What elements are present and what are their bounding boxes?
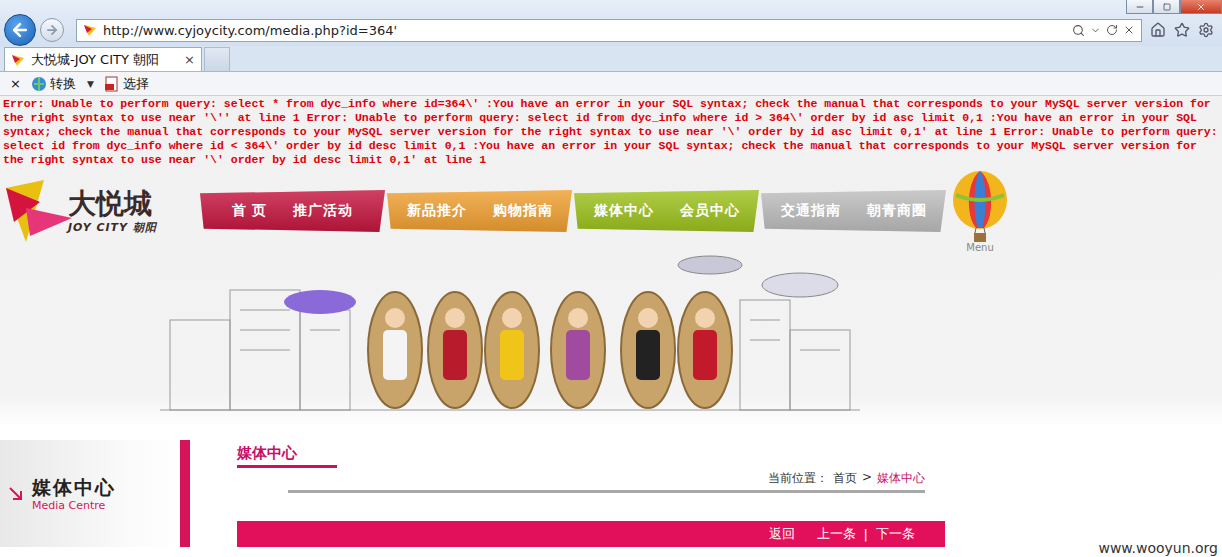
stop-icon[interactable] (1123, 24, 1135, 36)
command-item[interactable]: 转换 ▼ (31, 75, 94, 93)
command-bar: × 转换 ▼ 选择 (0, 72, 1222, 96)
browser-actions (1146, 22, 1218, 38)
menu-balloon[interactable]: Menu (951, 170, 1009, 253)
back-link[interactable]: 返回 (769, 525, 795, 543)
close-icon (1196, 2, 1206, 12)
browser-tab[interactable]: 大悦城-JOY CITY 朝阳 × (4, 47, 202, 71)
logo-name: 大悦城 (68, 188, 157, 220)
close-window-button[interactable] (1180, 0, 1222, 14)
url-text[interactable]: http://www.cyjoycity.com/media.php?id=36… (103, 23, 1066, 38)
breadcrumb-label: 当前位置： (768, 470, 828, 487)
nav-item[interactable]: 朝青商圈 (867, 202, 927, 220)
minimize-icon (1135, 2, 1145, 12)
sidebar-text: 媒体中心Media Centre (32, 475, 116, 512)
nav-item[interactable]: 媒体中心 (594, 202, 654, 220)
back-arrow-icon (10, 20, 30, 40)
title-bar (0, 0, 1222, 14)
logo-text: 大悦城JOY CITY 朝阳 (68, 188, 157, 235)
home-icon[interactable] (1150, 22, 1166, 38)
arrow-icon (8, 486, 24, 502)
command-bar-close[interactable]: × (10, 76, 21, 91)
menu-label: Menu (966, 242, 993, 253)
breadcrumb-separator: > (862, 470, 872, 487)
hot-air-balloon-icon (951, 170, 1009, 244)
forward-button[interactable] (40, 18, 64, 42)
content: 媒体中心当前位置：首页>媒体中心返回上一条|下一条 (237, 444, 945, 547)
nav-item[interactable]: 购物指南 (493, 202, 553, 220)
browser-window: http://www.cyjoycity.com/media.php?id=36… (0, 0, 1222, 557)
site-logo[interactable]: 大悦城JOY CITY 朝阳 (0, 170, 200, 244)
sidebar-heading: 媒体中心Media Centre (0, 440, 190, 547)
favorites-star-icon[interactable] (1174, 22, 1190, 38)
nav-item[interactable]: 首 页 (232, 202, 268, 220)
next-link[interactable]: 下一条 (876, 525, 915, 543)
bar-separator: | (864, 527, 868, 542)
tab-label: 大悦城-JOY CITY 朝阳 (31, 51, 178, 69)
sidebar-title: 媒体中心 (32, 475, 116, 499)
site-header: 大悦城JOY CITY 朝阳 首 页 推广活动 新品推介 购物指南 媒体中心 会员中心 交通指… (0, 170, 1222, 250)
nav-item[interactable]: 新品推介 (407, 202, 467, 220)
settings-gear-icon[interactable] (1198, 22, 1214, 38)
back-button[interactable] (4, 14, 36, 46)
refresh-icon[interactable] (1106, 24, 1118, 36)
content-title: 媒体中心 (237, 444, 337, 468)
breadcrumb-item[interactable]: 首页 (833, 470, 857, 487)
favicon-icon (83, 23, 97, 37)
divider (288, 490, 925, 493)
nav-group: 媒体中心 会员中心 (574, 190, 759, 232)
breadcrumb: 当前位置： 首页 > 媒体中心 (237, 470, 925, 487)
search-icon[interactable] (1072, 24, 1085, 37)
nav-item[interactable]: 会员中心 (680, 202, 740, 220)
address-bar[interactable]: http://www.cyjoycity.com/media.php?id=36… (76, 19, 1142, 42)
select-icon (104, 76, 120, 92)
tab-strip: 大悦城-JOY CITY 朝阳 × (0, 46, 1222, 72)
maximize-button[interactable] (1153, 0, 1180, 14)
sidebar-subtitle: Media Centre (32, 499, 116, 512)
dropdown-icon[interactable] (1090, 25, 1101, 36)
favicon-icon (11, 53, 25, 67)
nav-item[interactable]: 推广活动 (293, 202, 353, 220)
minimize-button[interactable] (1126, 0, 1153, 14)
maximize-icon (1163, 3, 1171, 11)
prev-link[interactable]: 上一条 (817, 525, 856, 543)
command-label: 转换 (50, 75, 76, 93)
navigation-row: http://www.cyjoycity.com/media.php?id=36… (0, 14, 1222, 46)
nav-group: 首 页 推广活动 (200, 190, 385, 232)
command-dropdown[interactable]: ▼ (87, 79, 94, 89)
banner (0, 250, 1222, 420)
article-nav-bar: 返回 上一条 | 下一条 (237, 521, 945, 547)
nav-group: 交通指南 朝青商圈 (761, 190, 946, 232)
web-page: Error: Unable to perform query: select *… (0, 96, 1222, 557)
forward-arrow-icon (45, 23, 59, 37)
breadcrumb-item[interactable]: 媒体中心 (877, 470, 925, 487)
nav-item[interactable]: 交通指南 (781, 202, 841, 220)
browser-toolbar: http://www.cyjoycity.com/media.php?id=36… (0, 0, 1222, 46)
watermark: www.wooyun.org (1098, 540, 1218, 556)
main-area: 媒体中心Media Centre媒体中心当前位置：首页>媒体中心返回上一条|下一… (0, 420, 1222, 547)
convert-icon (31, 76, 47, 92)
banner-illustration (0, 250, 1222, 420)
address-actions (1072, 24, 1135, 37)
browser-tab[interactable] (204, 47, 230, 71)
nav-group: 新品推介 购物指南 (387, 190, 572, 232)
command-label: 选择 (123, 75, 149, 93)
command-item[interactable]: 选择 (104, 75, 149, 93)
tab-close-button[interactable]: × (184, 52, 195, 67)
main-nav: 首 页 推广活动 新品推介 购物指南 媒体中心 会员中心 交通指南 朝青商圈 (200, 190, 946, 232)
logo-subtitle: JOY CITY 朝阳 (68, 220, 157, 235)
sql-error-message: Error: Unable to perform query: select *… (0, 96, 1222, 168)
